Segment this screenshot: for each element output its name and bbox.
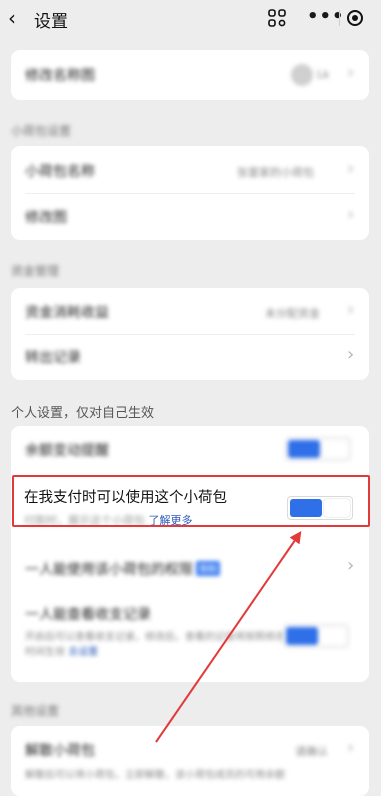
card-funds: 资金消耗收益 未分配资金 › 转出记录 › [11,288,369,380]
chevron-right-icon: › [347,62,355,83]
section-title-other: 其他设置 [11,704,60,718]
funds-income-label[interactable]: 资金消耗收益 [25,302,109,322]
transfer-record-label[interactable]: 转出记录 [25,347,81,367]
section-title-funds: 资金管理 [11,264,60,278]
card-personal-settings: 余额变动提醒 在我支付时可以使用这个小荷包 付款时，展示这个小荷包 了解更多 一… [11,426,369,682]
row-divider [25,334,355,335]
close-target-icon[interactable] [347,10,363,26]
limit-tag: 限制 [196,561,221,576]
section-title-settings: 小荷包设置 [11,124,72,138]
chevron-right-icon: › [347,299,355,320]
avatar-name: Lk [317,68,330,81]
card-purse-settings: 小荷包名称 张雷家的小荷包 › 修改图 › [11,146,369,240]
section-title-personal: 个人设置，仅对自己生效 [11,406,155,421]
dissolve-desc: 解散后可以将小荷包，立即解散，该小荷包成员的可用余额 [25,770,285,781]
balance-alert-toggle[interactable] [285,437,351,461]
view-records-desc-text: 开启后可以查看收支记录，修改后，查看的记录将按照修改时间生效 [25,632,285,658]
purse-name-label[interactable]: 小荷包名称 [25,161,95,181]
row-divider [25,193,355,194]
more-menu-icon[interactable]: ••• [307,4,344,32]
balance-alert-label: 余额变动提醒 [25,443,109,459]
chevron-right-icon: › [347,344,355,365]
back-arrow-icon[interactable]: ‹ [8,8,26,28]
usage-permission-label[interactable]: 一人能使用该小荷包的权限 限制 [25,559,221,579]
avatar-setting-label: 修改名称图 [25,68,95,84]
dissolve-label: 解散小荷包 [25,743,95,759]
top-bar: ‹ 设置 ••• [0,0,381,36]
view-records-toggle[interactable] [283,624,349,648]
funds-income-value: 未分配资金 [265,307,320,320]
view-records-label: 一人能查看收支记录 [25,607,151,623]
usage-permission-text: 一人能使用该小荷包的权限 [25,562,193,578]
chevron-right-icon: › [347,204,355,225]
purse-name-value: 张雷家的小荷包 [237,166,314,179]
card-dissolve[interactable]: 解散小荷包 请确认 › 解散后可以将小荷包，立即解散，该小荷包成员的可用余额 [11,726,369,796]
view-records-desc: 开启后可以查看收支记录，修改后，查看的记录将按照修改时间生效 去设置 [25,630,287,660]
highlight-box [12,475,370,527]
purse-image-label[interactable]: 修改图 [25,207,67,227]
go-settings-link[interactable]: 去设置 [68,647,98,658]
page-title: 设置 [34,12,68,32]
capsule-divider [339,10,340,26]
chevron-right-icon: › [347,737,355,758]
dissolve-value: 请确认 [295,745,328,758]
card-avatar-setting[interactable]: 修改名称图 Lk › [11,50,369,100]
avatar [291,64,313,86]
chevron-right-icon: › [347,158,355,179]
chevron-right-icon: › [347,555,355,576]
scan-code-icon[interactable] [268,9,286,27]
